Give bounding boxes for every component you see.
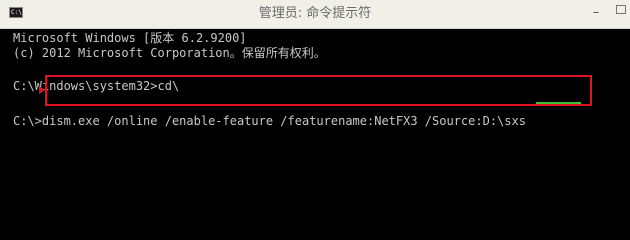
window-title: 管理员: 命令提示符 xyxy=(258,6,372,21)
arrow-pointer-icon xyxy=(39,86,45,94)
console-line-version: Microsoft Windows [版本 6.2.9200] xyxy=(13,31,247,45)
maximize-button[interactable] xyxy=(616,5,626,14)
console-output[interactable]: Microsoft Windows [版本 6.2.9200] (c) 2012… xyxy=(0,29,630,240)
command-highlight-box xyxy=(45,75,592,106)
source-path-underline xyxy=(536,102,581,104)
minimize-button[interactable]: – xyxy=(588,4,604,22)
console-line-dism-command: C:\>dism.exe /online /enable-feature /fe… xyxy=(13,114,526,128)
command-prompt-window: C:\ 管理员: 命令提示符 – Microsoft Windows [版本 6… xyxy=(0,0,630,240)
title-bar[interactable]: C:\ 管理员: 命令提示符 – xyxy=(0,0,630,29)
console-line-copyright: (c) 2012 Microsoft Corporation。保留所有权利。 xyxy=(13,46,326,60)
